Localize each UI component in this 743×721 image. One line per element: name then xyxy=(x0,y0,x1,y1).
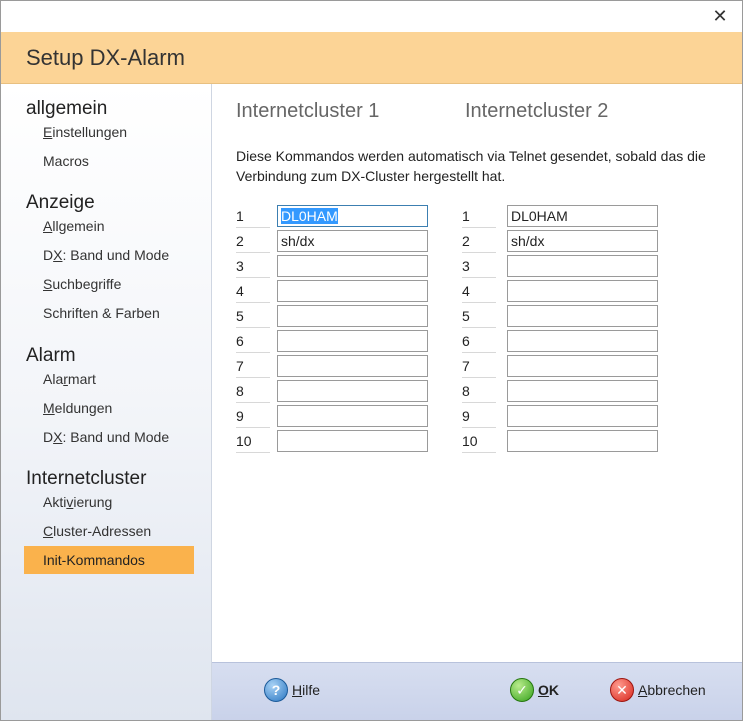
c1-command-input-9[interactable] xyxy=(277,405,428,427)
sidebar-item-2-2[interactable]: DX: Band und Mode xyxy=(43,423,211,451)
c2-row-2: 2 sh/dx xyxy=(462,230,662,255)
c2-command-input-6[interactable] xyxy=(507,330,658,352)
dialog-window: ✕ Setup DX-Alarm allgemein Einstellungen M… xyxy=(0,0,743,721)
c2-command-input-2[interactable]: sh/dx xyxy=(507,230,658,252)
c1-command-input-4[interactable] xyxy=(277,280,428,302)
dialog-title: Setup DX-Alarm xyxy=(26,45,185,70)
sidebar-section-1: Anzeige xyxy=(26,192,95,213)
c2-row-number: 3 xyxy=(462,255,496,278)
c2-row-number: 6 xyxy=(462,330,496,353)
sidebar: allgemein Einstellungen Macros Anzeige Allge… xyxy=(1,84,212,720)
c1-row-8: 8 xyxy=(236,380,436,405)
c2-command-input-5[interactable] xyxy=(507,305,658,327)
c2-row-4: 4 xyxy=(462,280,662,305)
c1-row-4: 4 xyxy=(236,280,436,305)
c2-row-number: 8 xyxy=(462,380,496,403)
ok-label: OK xyxy=(538,682,560,698)
sidebar-item-3-0[interactable]: Aktivierung xyxy=(43,488,211,516)
c2-row-5: 5 xyxy=(462,305,662,330)
c1-row-number: 7 xyxy=(236,355,270,378)
c2-row-3: 3 xyxy=(462,255,662,280)
cancel-x-icon: ✕ xyxy=(610,678,634,702)
c2-row-6: 6 xyxy=(462,330,662,355)
sidebar-section-2: Alarm xyxy=(26,345,76,366)
c1-row-6: 6 xyxy=(236,330,436,355)
c2-command-input-4[interactable] xyxy=(507,280,658,302)
c2-command-input-8[interactable] xyxy=(507,380,658,402)
sidebar-item-1-1[interactable]: DX: Band und Mode xyxy=(43,241,211,269)
description-text: Diese Kommandos werden automatisch via T… xyxy=(236,148,706,184)
c1-command-input-2[interactable]: sh/dx xyxy=(277,230,428,252)
sidebar-item-2-0[interactable]: Alarmart xyxy=(43,365,211,393)
sidebar-item-2-1[interactable]: Meldungen xyxy=(43,394,211,422)
c1-row-7: 7 xyxy=(236,355,436,380)
help-button[interactable]: ? Hilfe xyxy=(264,677,320,703)
title-bar: ✕ xyxy=(1,1,742,32)
c2-row-7: 7 xyxy=(462,355,662,380)
c2-command-input-9[interactable] xyxy=(507,405,658,427)
cluster2-title: Internetcluster 2 xyxy=(465,100,609,122)
c1-command-input-1[interactable]: DL0HAM xyxy=(277,205,428,227)
cancel-label: Abbrechen xyxy=(638,682,706,698)
c2-row-number: 9 xyxy=(462,405,496,428)
sidebar-item-0-1[interactable]: Macros xyxy=(43,147,211,175)
ok-button[interactable]: ✓ OK xyxy=(510,677,559,703)
sidebar-section-3: Internetcluster xyxy=(26,468,147,489)
c2-row-number: 10 xyxy=(462,430,496,453)
c2-command-input-7[interactable] xyxy=(507,355,658,377)
help-icon: ? xyxy=(264,678,288,702)
c2-row-1: 1 DL0HAM xyxy=(462,205,662,230)
c1-row-number: 3 xyxy=(236,255,270,278)
c1-row-number: 5 xyxy=(236,305,270,328)
close-icon[interactable]: ✕ xyxy=(698,1,742,32)
c2-command-input-3[interactable] xyxy=(507,255,658,277)
c2-row-number: 7 xyxy=(462,355,496,378)
c1-row-10: 10 xyxy=(236,430,436,455)
c1-row-number: 8 xyxy=(236,380,270,403)
c1-command-input-3[interactable] xyxy=(277,255,428,277)
c1-row-number: 6 xyxy=(236,330,270,353)
sidebar-item-1-0[interactable]: Allgemein xyxy=(43,212,211,240)
sidebar-section-0: allgemein xyxy=(26,98,108,119)
button-bar: ? Hilfe ✓ OK ✕ Abbrechen xyxy=(212,662,742,720)
c1-row-number: 1 xyxy=(236,205,270,228)
c1-row-number: 4 xyxy=(236,280,270,303)
c2-row-10: 10 xyxy=(462,430,662,455)
c2-command-input-1[interactable]: DL0HAM xyxy=(507,205,658,227)
c1-row-number: 9 xyxy=(236,405,270,428)
c1-command-input-8[interactable] xyxy=(277,380,428,402)
sidebar-item-0-0[interactable]: Einstellungen xyxy=(43,118,211,146)
ok-check-icon: ✓ xyxy=(510,678,534,702)
c1-command-input-7[interactable] xyxy=(277,355,428,377)
sidebar-item-1-3[interactable]: Schriften & Farben xyxy=(43,299,211,327)
c2-row-8: 8 xyxy=(462,380,662,405)
header-banner: Setup DX-Alarm xyxy=(1,32,742,84)
main-content: Internetcluster 1 Internetcluster 2 Dies… xyxy=(212,84,742,662)
c2-row-number: 5 xyxy=(462,305,496,328)
sidebar-item-3-1[interactable]: Cluster-Adressen xyxy=(43,517,211,545)
c2-row-number: 1 xyxy=(462,205,496,228)
c1-row-5: 5 xyxy=(236,305,436,330)
c1-command-input-5[interactable] xyxy=(277,305,428,327)
sidebar-item-3-2[interactable]: Init-Kommandos xyxy=(24,546,194,574)
c1-row-1: 1 DL0HAM xyxy=(236,205,436,230)
c2-command-input-10[interactable] xyxy=(507,430,658,452)
c1-row-3: 3 xyxy=(236,255,436,280)
help-label: Hilfe xyxy=(292,682,321,698)
cancel-button[interactable]: ✕ Abbrechen xyxy=(610,677,706,703)
c2-row-9: 9 xyxy=(462,405,662,430)
cluster1-title: Internetcluster 1 xyxy=(236,100,380,122)
c1-row-number: 10 xyxy=(236,430,270,453)
c2-row-number: 4 xyxy=(462,280,496,303)
c1-row-number: 2 xyxy=(236,230,270,253)
sidebar-item-1-2[interactable]: Suchbegriffe xyxy=(43,270,211,298)
c1-row-2: 2 sh/dx xyxy=(236,230,436,255)
c1-command-input-6[interactable] xyxy=(277,330,428,352)
c2-row-number: 2 xyxy=(462,230,496,253)
c1-command-input-10[interactable] xyxy=(277,430,428,452)
c1-row-9: 9 xyxy=(236,405,436,430)
